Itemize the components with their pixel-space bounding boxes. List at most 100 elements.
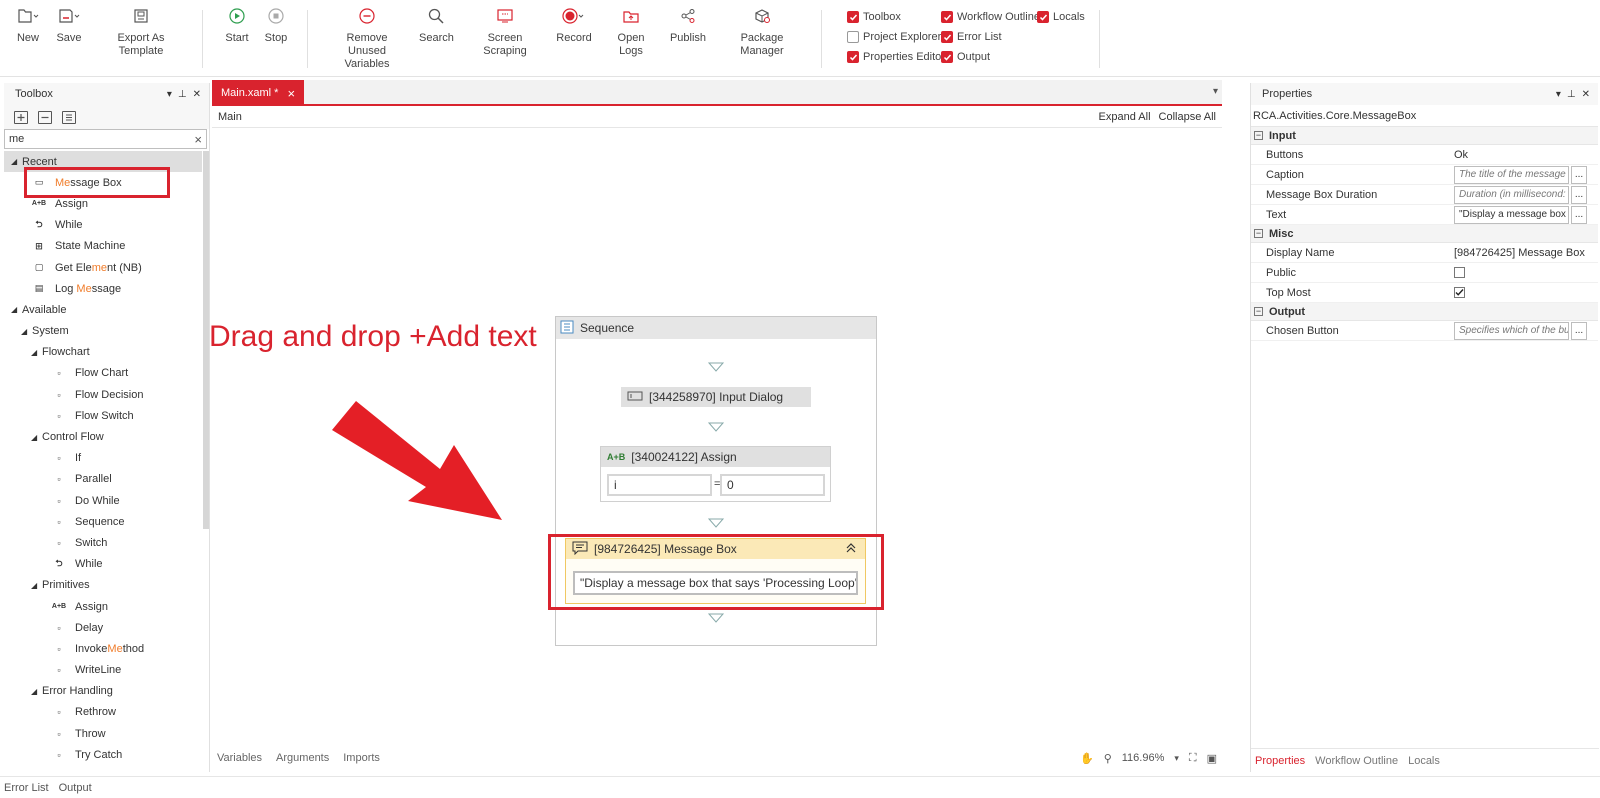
assign-to-field[interactable]: i (607, 474, 712, 496)
locals-toggle[interactable]: Locals (1037, 10, 1085, 24)
prop-top-most-checkbox[interactable] (1454, 287, 1465, 298)
control-flow-item-3[interactable]: ▫ Sequence (4, 511, 202, 532)
error-list-tab[interactable]: Error List (4, 782, 49, 794)
collapse-all-link[interactable]: Collapse All (1159, 111, 1216, 123)
collapse-box-icon[interactable]: − (1254, 131, 1263, 140)
tree-group-control-flow[interactable]: ◢ Control Flow (4, 426, 202, 447)
error-handling-item-2[interactable]: ▫ Try Catch (4, 744, 202, 765)
start-button[interactable]: Start (222, 8, 252, 45)
overview-map-icon[interactable]: ▣ (1207, 752, 1217, 765)
recent-item-2[interactable]: ⮌ While (4, 215, 202, 236)
output-toggle[interactable]: Output (941, 50, 990, 64)
prop-public-checkbox[interactable] (1454, 267, 1465, 278)
collapse-box-icon[interactable]: − (1254, 307, 1263, 316)
output-tab[interactable]: Output (59, 782, 92, 794)
screen-scraping-button[interactable]: Screen Scraping (468, 8, 542, 58)
prop-caption-more-button[interactable]: ... (1571, 165, 1587, 184)
primitives-item-3[interactable]: ▫ WriteLine (4, 660, 202, 681)
assign-activity[interactable]: A+B [340024122] Assign i = 0 (600, 446, 831, 502)
open-logs-button[interactable]: Open Logs (606, 8, 656, 58)
assign-value-field[interactable]: 0 (720, 474, 825, 496)
clear-search-icon[interactable]: × (194, 132, 202, 147)
tree-group-error-handling[interactable]: ◢ Error Handling (4, 681, 202, 702)
expand-all-icon[interactable] (14, 110, 28, 124)
flowchart-item-2[interactable]: ▫ Flow Switch (4, 405, 202, 426)
tree-group-available[interactable]: ◢ Available (4, 299, 202, 320)
prop-chosen-more-button[interactable]: ... (1571, 321, 1587, 340)
zoom-dropdown-icon[interactable]: ▾ (1174, 753, 1179, 764)
hand-tool-icon[interactable]: ✋ (1080, 752, 1094, 765)
panel-tab-locals[interactable]: Locals (1408, 755, 1440, 767)
control-flow-item-2[interactable]: ▫ Do While (4, 490, 202, 511)
stop-button[interactable]: Stop (261, 8, 291, 45)
tree-group-flowchart[interactable]: ◢ Flowchart (4, 342, 202, 363)
pin-icon[interactable]: ⊥ (178, 89, 187, 100)
prop-text-more-button[interactable]: ... (1571, 205, 1587, 224)
tab-main-xaml[interactable]: Main.xaml * × (212, 80, 304, 106)
remove-unused-variables-button[interactable]: Remove Unused Variables (327, 8, 407, 71)
close-icon[interactable]: ✕ (1582, 89, 1590, 100)
collapse-all-icon[interactable] (38, 110, 52, 124)
prop-text-input[interactable]: "Display a message box (1454, 205, 1569, 224)
primitives-item-0[interactable]: A+B Assign (4, 596, 202, 617)
prop-duration-input[interactable]: Duration (in millisecond: (1454, 185, 1569, 204)
breadcrumb[interactable]: Main (218, 111, 242, 123)
toolbox-toggle[interactable]: Toolbox (847, 10, 901, 24)
workflow-outline-toggle[interactable]: Workflow Outline (941, 10, 1040, 24)
drop-target-icon[interactable] (708, 422, 724, 432)
primitives-item-2[interactable]: ▫ InvokeMethod (4, 638, 202, 659)
category-output[interactable]: − Output (1251, 303, 1598, 321)
error-handling-item-1[interactable]: ▫ Throw (4, 723, 202, 744)
flowchart-item-1[interactable]: ▫ Flow Decision (4, 384, 202, 405)
prop-chosen-button-input[interactable]: Specifies which of the bu (1454, 321, 1569, 340)
properties-editor-toggle[interactable]: Properties Editor (847, 50, 945, 64)
fit-to-screen-icon[interactable]: ⛶ (1189, 752, 1197, 765)
drop-target-icon[interactable] (708, 613, 724, 623)
publish-button[interactable]: Publish (669, 8, 707, 45)
designer-tab-variables[interactable]: Variables (217, 752, 262, 764)
drop-target-icon[interactable] (708, 518, 724, 528)
drop-target-icon[interactable] (708, 362, 724, 372)
pin-icon[interactable]: ⊥ (1567, 89, 1576, 100)
list-view-icon[interactable] (62, 110, 76, 124)
error-handling-item-0[interactable]: ▫ Rethrow (4, 702, 202, 723)
search-button[interactable]: Search (419, 8, 454, 45)
panel-tab-properties[interactable]: Properties (1255, 755, 1305, 767)
close-tab-icon[interactable]: × (287, 86, 295, 101)
new-button[interactable]: New (14, 8, 42, 45)
dropdown-icon[interactable]: ▾ (1556, 89, 1561, 100)
panel-tab-workflow-outline[interactable]: Workflow Outline (1315, 755, 1398, 767)
designer-tab-arguments[interactable]: Arguments (276, 752, 329, 764)
save-button[interactable]: Save (55, 8, 83, 45)
control-flow-item-5[interactable]: ⮌ While (4, 554, 202, 575)
record-button[interactable]: Record (556, 8, 592, 45)
recent-item-3[interactable]: ⊞ State Machine (4, 236, 202, 257)
flowchart-item-0[interactable]: ▫ Flow Chart (4, 363, 202, 384)
prop-buttons-value[interactable]: Ok (1454, 149, 1468, 161)
expand-all-link[interactable]: Expand All (1099, 111, 1151, 123)
control-flow-item-4[interactable]: ▫ Switch (4, 532, 202, 553)
zoom-search-icon[interactable]: ⚲ (1104, 752, 1112, 765)
input-dialog-activity[interactable]: [344258970] Input Dialog (621, 387, 811, 407)
error-list-toggle[interactable]: Error List (941, 30, 1002, 44)
zoom-level[interactable]: 116.96% (1122, 752, 1165, 764)
prop-display-name-value[interactable]: [984726425] Message Box (1454, 247, 1585, 259)
close-icon[interactable]: ✕ (193, 89, 201, 100)
collapse-box-icon[interactable]: − (1254, 229, 1263, 238)
recent-item-5[interactable]: ▤ Log Message (4, 278, 202, 299)
designer-tab-imports[interactable]: Imports (343, 752, 380, 764)
export-template-button[interactable]: Export As Template (96, 8, 186, 58)
prop-duration-more-button[interactable]: ... (1571, 185, 1587, 204)
category-input[interactable]: − Input (1251, 127, 1598, 145)
dropdown-icon[interactable]: ▾ (167, 89, 172, 100)
package-manager-button[interactable]: Package Manager (720, 8, 804, 58)
prop-caption-input[interactable]: The title of the message (1454, 165, 1569, 184)
control-flow-item-0[interactable]: ▫ If (4, 448, 202, 469)
recent-item-4[interactable]: ▢ Get Element (NB) (4, 257, 202, 278)
project-explorer-toggle[interactable]: Project Explorer (847, 30, 941, 44)
tree-group-system[interactable]: ◢ System (4, 321, 202, 342)
tree-group-primitives[interactable]: ◢ Primitives (4, 575, 202, 596)
primitives-item-1[interactable]: ▫ Delay (4, 617, 202, 638)
toolbox-search-input[interactable]: me × (4, 129, 207, 149)
control-flow-item-1[interactable]: ▫ Parallel (4, 469, 202, 490)
